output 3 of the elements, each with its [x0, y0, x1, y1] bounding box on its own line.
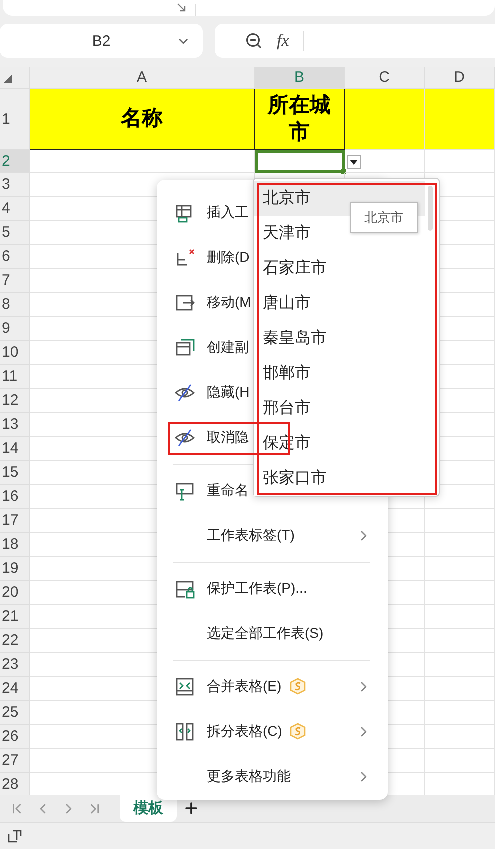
- tooltip: 北京市: [350, 202, 418, 233]
- table-cell: 所在城市: [255, 89, 345, 150]
- table-cell: 名称: [30, 89, 255, 150]
